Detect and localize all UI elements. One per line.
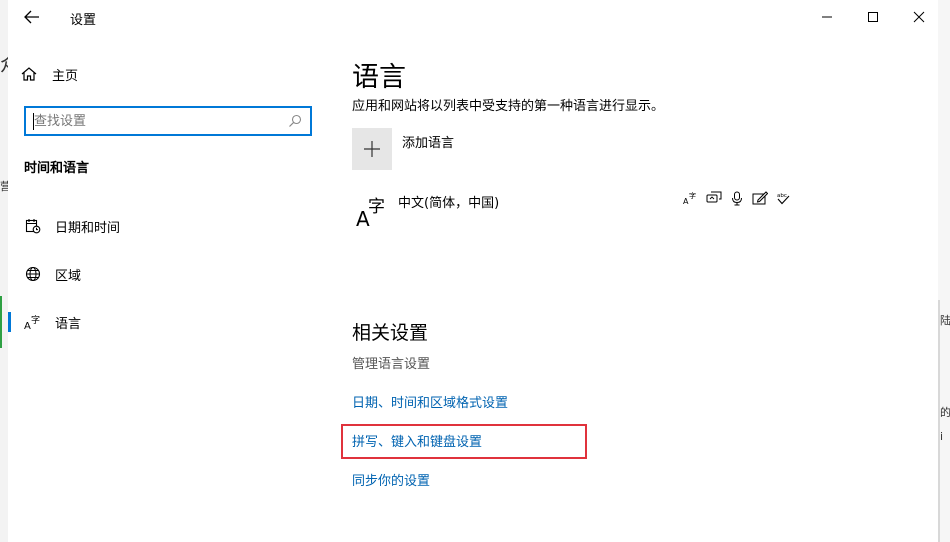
calendar-clock-icon	[24, 217, 42, 235]
settings-window: 设置 主页 查找设置 时间和语言 日期和时间 区域 A 字 语言 语言 应用和网…	[8, 0, 938, 542]
maximize-icon	[868, 12, 878, 22]
sidebar-item-label: 日期和时间	[55, 220, 121, 236]
svg-text:字: 字	[689, 191, 696, 200]
background-glyph: i	[940, 430, 944, 443]
plus-icon	[352, 128, 392, 170]
display-language-icon: A 字	[682, 190, 700, 206]
back-arrow-icon	[24, 10, 39, 24]
sync-settings-link[interactable]: 同步你的设置	[352, 470, 430, 489]
related-settings-subtitle: 管理语言设置	[352, 357, 431, 372]
background-glyph: 的	[940, 406, 950, 419]
window-title: 设置	[70, 13, 97, 28]
nav-home[interactable]: 主页	[20, 62, 320, 86]
svg-text:A: A	[24, 321, 31, 330]
related-settings-title: 相关设置	[352, 322, 429, 344]
maximize-button[interactable]	[850, 0, 896, 34]
language-list-item[interactable]: A 字 中文(简体，中国) A 字 abc	[352, 190, 800, 234]
background-accent	[0, 296, 8, 348]
add-language-label: 添加语言	[402, 136, 455, 151]
language-name: 中文(简体，中国)	[398, 196, 500, 211]
language-icon: A 字	[24, 313, 42, 331]
page-description: 应用和网站将以列表中受支持的第一种语言进行显示。	[352, 99, 665, 114]
title-bar: 设置	[8, 0, 938, 34]
svg-text:字: 字	[368, 197, 385, 217]
search-input[interactable]	[34, 112, 284, 130]
language-feature-icons: A 字 abc	[682, 190, 792, 206]
add-language-button[interactable]: 添加语言	[352, 128, 454, 170]
background-scrollbar	[938, 300, 940, 542]
search-box[interactable]	[24, 106, 312, 136]
minimize-icon	[822, 16, 832, 18]
background-window-right: 陆 的 i	[938, 0, 950, 542]
svg-text:字: 字	[31, 314, 40, 326]
spellcheck-icon: abc	[774, 190, 792, 206]
language-glyph-icon: A 字	[356, 194, 388, 228]
back-button[interactable]	[20, 6, 44, 28]
handwriting-icon	[751, 190, 769, 206]
globe-icon	[24, 265, 42, 283]
sidebar-item-region[interactable]: 区域	[24, 262, 324, 286]
page-title: 语言	[352, 62, 406, 93]
nav-home-label: 主页	[52, 68, 79, 84]
search-icon[interactable]	[288, 114, 302, 128]
sidebar-item-label: 语言	[55, 316, 82, 332]
sidebar-section-title: 时间和语言	[24, 161, 90, 176]
close-button[interactable]	[896, 0, 942, 34]
highlight-box	[341, 424, 587, 459]
home-icon	[21, 67, 37, 81]
minimize-button[interactable]	[804, 0, 850, 34]
svg-text:abc: abc	[777, 193, 787, 199]
sidebar-item-label: 区域	[55, 268, 82, 284]
sidebar-item-date-time[interactable]: 日期和时间	[24, 214, 324, 238]
selected-indicator	[8, 312, 11, 332]
background-glyph: 陆	[940, 314, 950, 327]
close-icon	[913, 11, 925, 23]
background-window-left: 众 营	[0, 0, 20, 542]
microphone-icon	[728, 190, 746, 206]
sidebar-item-language[interactable]: A 字 语言	[24, 310, 324, 334]
date-time-region-format-link[interactable]: 日期、时间和区域格式设置	[352, 392, 508, 411]
speech-icon	[705, 190, 723, 206]
